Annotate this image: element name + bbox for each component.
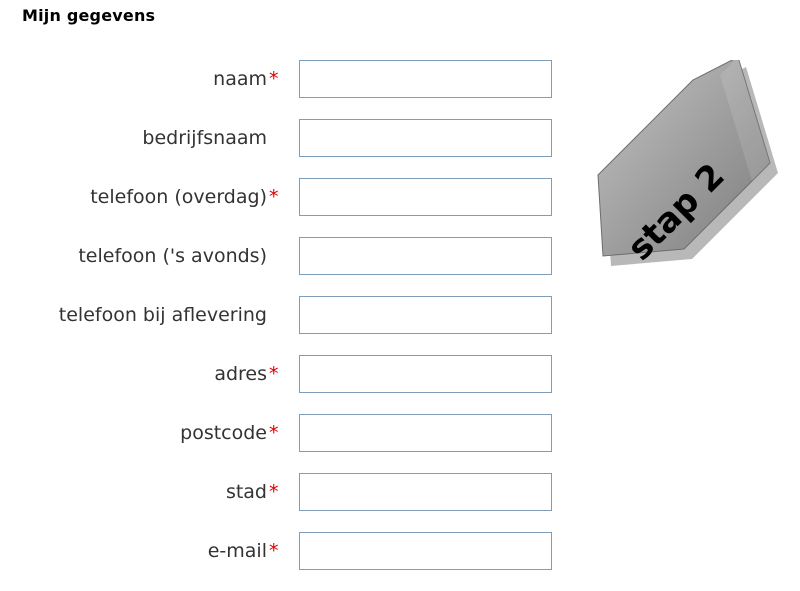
section-title: Mijn gegevens [22, 6, 156, 25]
bedrijfsnaam-input[interactable] [299, 119, 552, 157]
form-row-email: e-mail * [0, 532, 560, 570]
field-label-telefoon-aflevering: telefoon bij aflevering [58, 304, 267, 326]
field-label-naam: naam [213, 68, 267, 90]
naam-input[interactable] [299, 60, 552, 98]
form-row-adres: adres * [0, 355, 560, 393]
field-label-telefoon-avonds: telefoon ('s avonds) [78, 245, 267, 267]
form-row-telefoon-overdag: telefoon (overdag) * [0, 178, 560, 216]
field-label-email: e-mail [207, 540, 267, 562]
required-marker: * [269, 481, 279, 503]
required-marker: * [269, 68, 279, 90]
personal-details-form: naam * bedrijfsnaam telefoon (overdag) * t… [0, 60, 560, 591]
field-label-postcode: postcode [180, 422, 267, 444]
form-row-naam: naam * [0, 60, 560, 98]
telefoon-aflevering-input[interactable] [299, 296, 552, 334]
step-badge: stap 2 [592, 56, 800, 270]
required-marker: * [269, 422, 279, 444]
field-label-telefoon-overdag: telefoon (overdag) [90, 186, 267, 208]
field-label-bedrijfsnaam: bedrijfsnaam [142, 127, 267, 149]
postcode-input[interactable] [299, 414, 552, 452]
field-label-adres: adres [214, 363, 267, 385]
telefoon-overdag-input[interactable] [299, 178, 552, 216]
form-row-bedrijfsnaam: bedrijfsnaam [0, 119, 560, 157]
form-row-postcode: postcode * [0, 414, 560, 452]
required-marker: * [269, 363, 279, 385]
form-row-telefoon-aflevering: telefoon bij aflevering [0, 296, 560, 334]
required-marker: * [269, 540, 279, 562]
email-input[interactable] [299, 532, 552, 570]
telefoon-avonds-input[interactable] [299, 237, 552, 275]
arrow-down-left-icon: stap 2 [597, 56, 778, 269]
form-row-stad: stad * [0, 473, 560, 511]
required-marker: * [269, 186, 279, 208]
adres-input[interactable] [299, 355, 552, 393]
form-row-telefoon-avonds: telefoon ('s avonds) [0, 237, 560, 275]
field-label-stad: stad [225, 481, 267, 503]
stad-input[interactable] [299, 473, 552, 511]
